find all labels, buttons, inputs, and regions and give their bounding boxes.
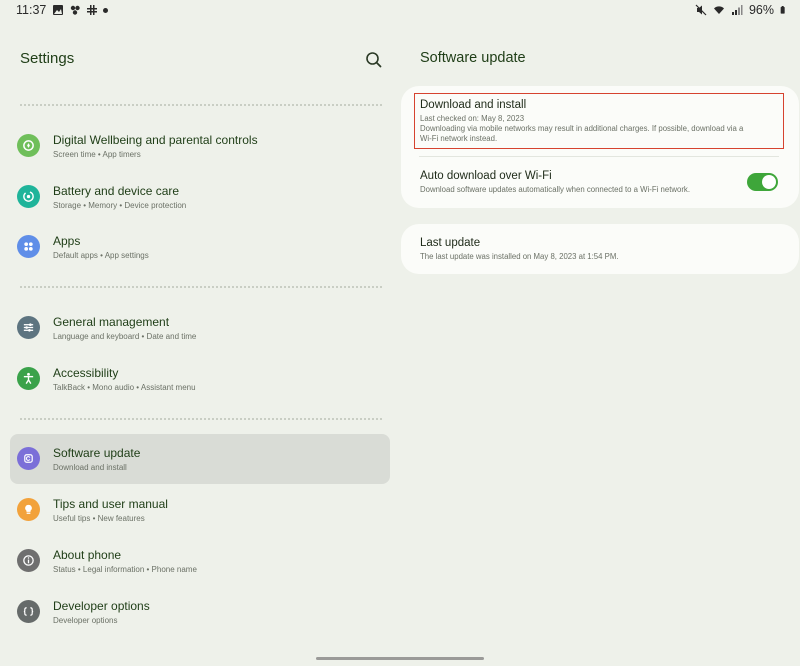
- dot-icon: [103, 7, 108, 13]
- tips-icon: [17, 498, 40, 521]
- menu-item-label: About phone: [53, 548, 122, 562]
- menu-item-developer-options[interactable]: Developer options Developer options: [10, 587, 390, 637]
- section-divider: [20, 418, 382, 420]
- menu-item-label: Software update: [53, 446, 141, 460]
- battery-percent: 96%: [748, 3, 774, 17]
- sliders-icon: [17, 316, 40, 339]
- menu-item-digital-wellbeing[interactable]: Digital Wellbeing and parental controls …: [10, 121, 390, 171]
- developer-icon: [17, 600, 40, 623]
- auto-download-row[interactable]: Auto download over Wi-Fi Download softwa…: [420, 170, 740, 195]
- grid-icon: [87, 5, 97, 15]
- menu-item-subtitle: Language and keyboard • Date and time: [53, 332, 197, 341]
- menu-item-label: General management: [53, 315, 170, 329]
- menu-item-accessibility[interactable]: Accessibility TalkBack • Mono audio • As…: [10, 354, 390, 404]
- menu-item-label: Apps: [53, 234, 81, 248]
- menu-item-label: Accessibility: [53, 366, 119, 380]
- menu-item-subtitle: Screen time • App timers: [53, 150, 141, 159]
- menu-item-subtitle: Status • Legal information • Phone name: [53, 565, 197, 574]
- menu-item-subtitle: TalkBack • Mono audio • Assistant menu: [53, 383, 196, 392]
- auto-download-subtitle: Download software updates automatically …: [420, 185, 690, 194]
- auto-download-title: Auto download over Wi-Fi: [420, 170, 552, 182]
- menu-item-software-update[interactable]: Software update Download and install: [10, 434, 390, 484]
- info-icon: [17, 549, 40, 572]
- menu-item-battery-device-care[interactable]: Battery and device care Storage • Memory…: [10, 172, 390, 222]
- menu-item-label: Developer options: [53, 599, 150, 613]
- section-divider: [20, 286, 382, 288]
- menu-item-subtitle: Developer options: [53, 616, 118, 625]
- settings-title: Settings: [20, 50, 75, 67]
- software-update-icon: [17, 447, 40, 470]
- software-update-title: Software update: [420, 50, 526, 66]
- toggle-knob: [762, 175, 776, 189]
- card-divider: [419, 156, 779, 157]
- apps-icon: [17, 235, 40, 258]
- menu-item-label: Tips and user manual: [53, 497, 168, 511]
- menu-item-subtitle: Storage • Memory • Device protection: [53, 201, 187, 210]
- menu-item-subtitle: Useful tips • New features: [53, 514, 145, 523]
- signal-icon: [731, 5, 743, 15]
- status-time: 11:37: [16, 3, 47, 17]
- search-icon: [366, 52, 382, 68]
- wifi-icon: [713, 6, 724, 14]
- gallery-icon: [53, 5, 63, 15]
- section-divider: [20, 104, 382, 106]
- menu-item-subtitle: Download and install: [53, 463, 127, 472]
- last-update-subtitle: The last update was installed on May 8, …: [420, 252, 619, 261]
- status-bar: 11:37 96%: [0, 0, 800, 22]
- mute-icon: [695, 4, 707, 16]
- auto-download-toggle[interactable]: [747, 173, 778, 191]
- wellbeing-icon: [17, 134, 40, 157]
- gesture-nav-handle[interactable]: [316, 657, 484, 660]
- menu-item-subtitle: Default apps • App settings: [53, 251, 149, 260]
- battery-icon: [780, 6, 785, 14]
- menu-item-about-phone[interactable]: About phone Status • Legal information •…: [10, 536, 390, 586]
- slack-icon: [70, 5, 80, 15]
- menu-item-label: Battery and device care: [53, 184, 180, 198]
- last-update-title: Last update: [420, 237, 481, 249]
- search-button[interactable]: [364, 50, 384, 70]
- device-care-icon: [17, 185, 40, 208]
- highlight-box: [414, 93, 784, 149]
- menu-item-apps[interactable]: Apps Default apps • App settings: [10, 222, 390, 272]
- accessibility-icon: [17, 367, 40, 390]
- menu-item-tips-user-manual[interactable]: Tips and user manual Useful tips • New f…: [10, 485, 390, 535]
- menu-item-general-management[interactable]: General management Language and keyboard…: [10, 303, 390, 353]
- last-update-row[interactable]: Last update The last update was installe…: [420, 237, 780, 262]
- menu-item-label: Digital Wellbeing and parental controls: [53, 133, 258, 147]
